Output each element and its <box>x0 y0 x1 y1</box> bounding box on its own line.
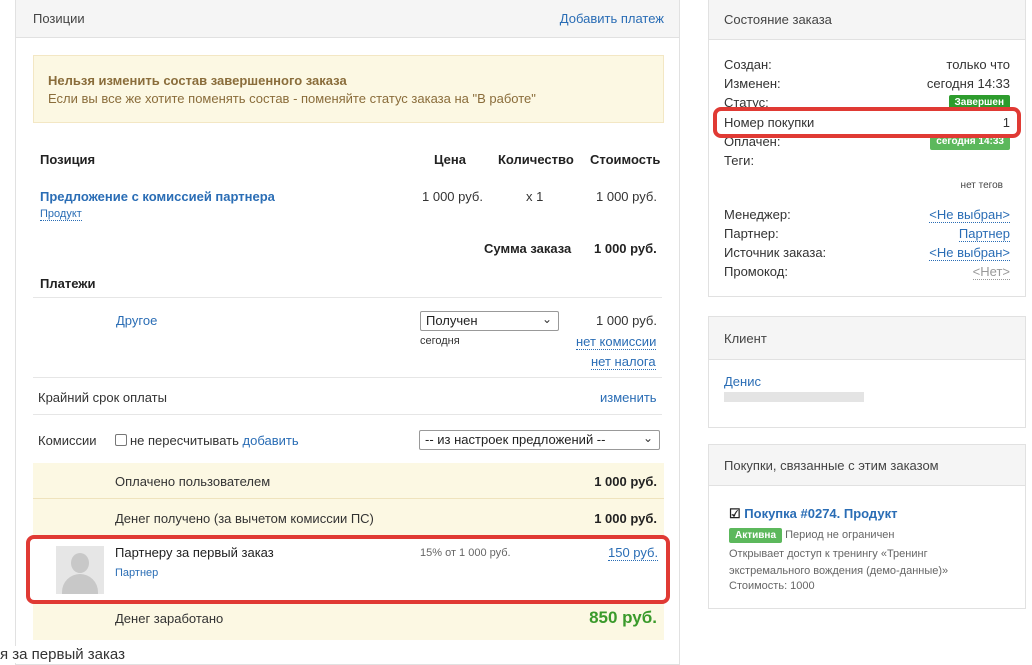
commission-source-select[interactable]: -- из настроек предложений -- ⌄ <box>419 430 660 450</box>
earned-row: Денег заработано 850 руб. <box>33 600 664 640</box>
payment-amount: 1 000 руб. <box>596 313 657 328</box>
positions-header: Позиции Добавить платеж <box>16 0 679 38</box>
add-commission-link[interactable]: добавить <box>243 433 299 448</box>
related-purchases-panel: Покупки, связанные с этим заказом ☑ Поку… <box>708 444 1026 609</box>
manager-link[interactable]: <Не выбран> <box>929 207 1010 223</box>
related-title: Покупки, связанные с этим заказом <box>724 457 939 473</box>
commissions-option: не пересчитывать добавить <box>115 433 299 448</box>
payments-title: Платежи <box>40 276 96 291</box>
paid-by-user-row: Оплачено пользователем 1 000 руб. <box>33 463 664 498</box>
no-recalc-checkbox[interactable] <box>115 434 127 446</box>
money-received-row: Денег получено (за вычетом комиссии ПС) … <box>33 498 664 536</box>
header-price: Цена <box>434 152 466 167</box>
warning-text: Если вы все же хотите поменять состав - … <box>48 91 536 106</box>
item-cost: 1 000 руб. <box>596 189 657 204</box>
item-price: 1 000 руб. <box>422 189 483 204</box>
created-value: только что <box>946 57 1010 72</box>
no-commission-link[interactable]: нет комиссии <box>576 334 657 350</box>
manager-row: Менеджер: <Не выбран> <box>724 207 1010 223</box>
item-type-link[interactable]: Продукт <box>40 208 82 221</box>
paid-by-user-label: Оплачено пользователем <box>115 474 271 489</box>
divider <box>33 414 662 415</box>
divider <box>33 297 662 298</box>
promo-key: Промокод: <box>724 264 788 279</box>
source-key: Источник заказа: <box>724 245 827 260</box>
money-received-value: 1 000 руб. <box>594 511 657 526</box>
created-row: Создан: только что <box>724 57 1010 73</box>
related-header: Покупки, связанные с этим заказом <box>709 445 1025 486</box>
payment-status-select[interactable]: Получен ⌄ <box>420 311 559 331</box>
order-state-panel: Состояние заказа Создан: только что Измен… <box>708 0 1026 297</box>
commission-source-value: -- из настроек предложений -- <box>425 432 606 447</box>
warning-box: Нельзя изменить состав завершенного зака… <box>33 55 664 123</box>
purchase-link-wrap: ☑ Покупка #0274. Продукт <box>729 506 897 522</box>
purchase-period: Период не ограничен <box>785 529 895 541</box>
warning-title: Нельзя изменить состав завершенного зака… <box>48 73 347 88</box>
chevron-down-icon: ⌄ <box>541 312 552 326</box>
header-quantity: Количество <box>498 152 574 167</box>
payment-status-value: Получен <box>426 313 478 328</box>
item-quantity: x 1 <box>526 189 544 204</box>
earned-value: 850 руб. <box>589 608 657 627</box>
tags-key: Теги: <box>724 153 755 168</box>
tags-row: Теги: <box>724 153 1010 169</box>
order-sum-label: Сумма заказа <box>484 241 572 256</box>
deadline-change-link[interactable]: изменить <box>600 390 657 405</box>
highlight-partner-row <box>26 535 670 604</box>
order-state-title: Состояние заказа <box>724 12 832 27</box>
changed-value: сегодня 14:33 <box>926 76 1010 91</box>
payment-date: сегодня <box>420 335 460 347</box>
client-title: Клиент <box>724 330 767 346</box>
no-recalc-label: не пересчитывать <box>130 433 239 448</box>
commissions-label: Комиссии <box>38 433 97 448</box>
created-key: Создан: <box>724 57 772 72</box>
partner-state-link[interactable]: Партнер <box>958 226 1010 242</box>
client-panel: Клиент Денис <box>708 316 1026 428</box>
partner-key: Партнер: <box>724 226 779 241</box>
item-name-link[interactable]: Предложение с комиссией партнера <box>40 189 275 204</box>
positions-title: Позиции <box>33 11 85 26</box>
header-cost: Стоимость <box>590 152 661 167</box>
chevron-down-icon: ⌄ <box>642 431 653 445</box>
check-square-icon: ☑ <box>729 506 741 521</box>
header-position: Позиция <box>40 152 96 167</box>
purchase-description: Открывает доступ к тренингу «Тренинг экс… <box>729 548 949 577</box>
client-name-link[interactable]: Денис <box>724 374 761 389</box>
add-payment-link[interactable]: Добавить платеж <box>560 11 664 26</box>
earned-label: Денег заработано <box>115 611 224 626</box>
paid-by-user-value: 1 000 руб. <box>594 474 657 489</box>
purchase-status-line: Активна Период не ограничен <box>729 528 895 543</box>
promo-value[interactable]: <Нет> <box>972 264 1010 280</box>
active-badge: Активна <box>729 528 783 543</box>
partner-row: Партнер: Партнер <box>724 226 1010 242</box>
changed-row: Изменен: сегодня 14:33 <box>724 76 1010 92</box>
changed-key: Изменен: <box>724 76 781 91</box>
overlay-caption: я за первый заказ <box>0 646 135 663</box>
order-sum-value: 1 000 руб. <box>594 241 657 256</box>
money-received-label: Денег получено (за вычетом комиссии ПС) <box>115 511 374 526</box>
deadline-label: Крайний срок оплаты <box>38 390 167 405</box>
no-tax-link[interactable]: нет налога <box>591 354 656 370</box>
source-link[interactable]: <Не выбран> <box>929 245 1010 261</box>
purchase-cost: Стоимость: 1000 <box>729 580 815 592</box>
divider <box>33 377 662 378</box>
payment-method-link[interactable]: Другое <box>116 313 157 328</box>
manager-key: Менеджер: <box>724 207 791 222</box>
no-tags-text: нет тегов <box>960 180 1003 191</box>
highlight-purchase-number <box>713 107 1021 138</box>
order-state-header: Состояние заказа <box>709 0 1025 40</box>
promo-row: Промокод: <Нет> <box>724 264 1010 280</box>
purchase-link[interactable]: Покупка #0274. Продукт <box>744 506 897 521</box>
client-header: Клиент <box>709 317 1025 360</box>
client-email-blurred <box>724 392 864 402</box>
source-row: Источник заказа: <Не выбран> <box>724 245 1010 261</box>
